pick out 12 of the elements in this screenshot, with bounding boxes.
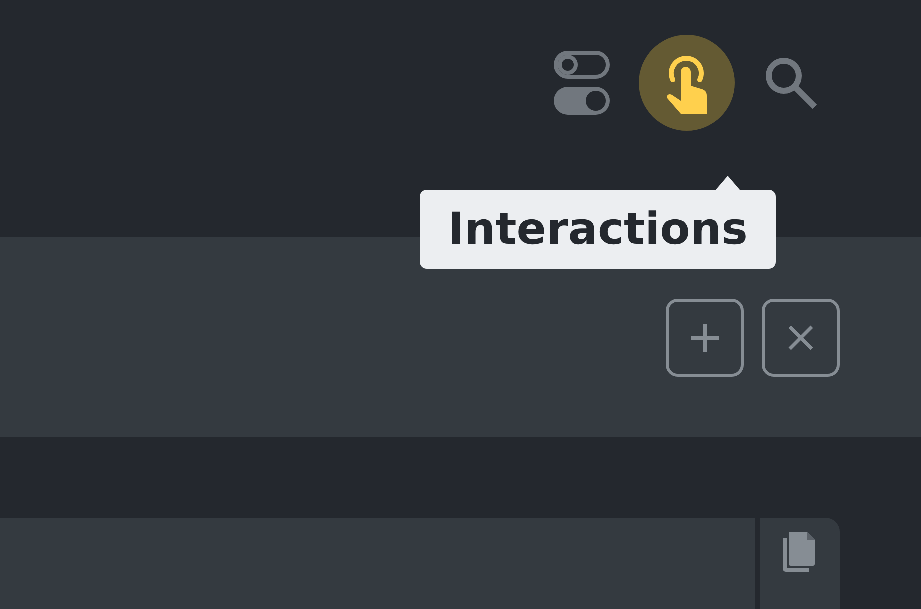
copy-icon xyxy=(783,532,817,572)
plus-icon xyxy=(689,322,721,354)
add-button[interactable] xyxy=(666,299,744,377)
toggles-icon xyxy=(554,51,610,115)
toggles-button[interactable] xyxy=(554,51,610,115)
copy-button[interactable] xyxy=(783,532,817,572)
tooltip-pointer xyxy=(716,176,740,190)
close-icon xyxy=(788,325,814,351)
tooltip: Interactions xyxy=(420,190,776,270)
close-button[interactable] xyxy=(762,299,840,377)
search-icon xyxy=(764,56,818,110)
search-button[interactable] xyxy=(764,56,818,110)
